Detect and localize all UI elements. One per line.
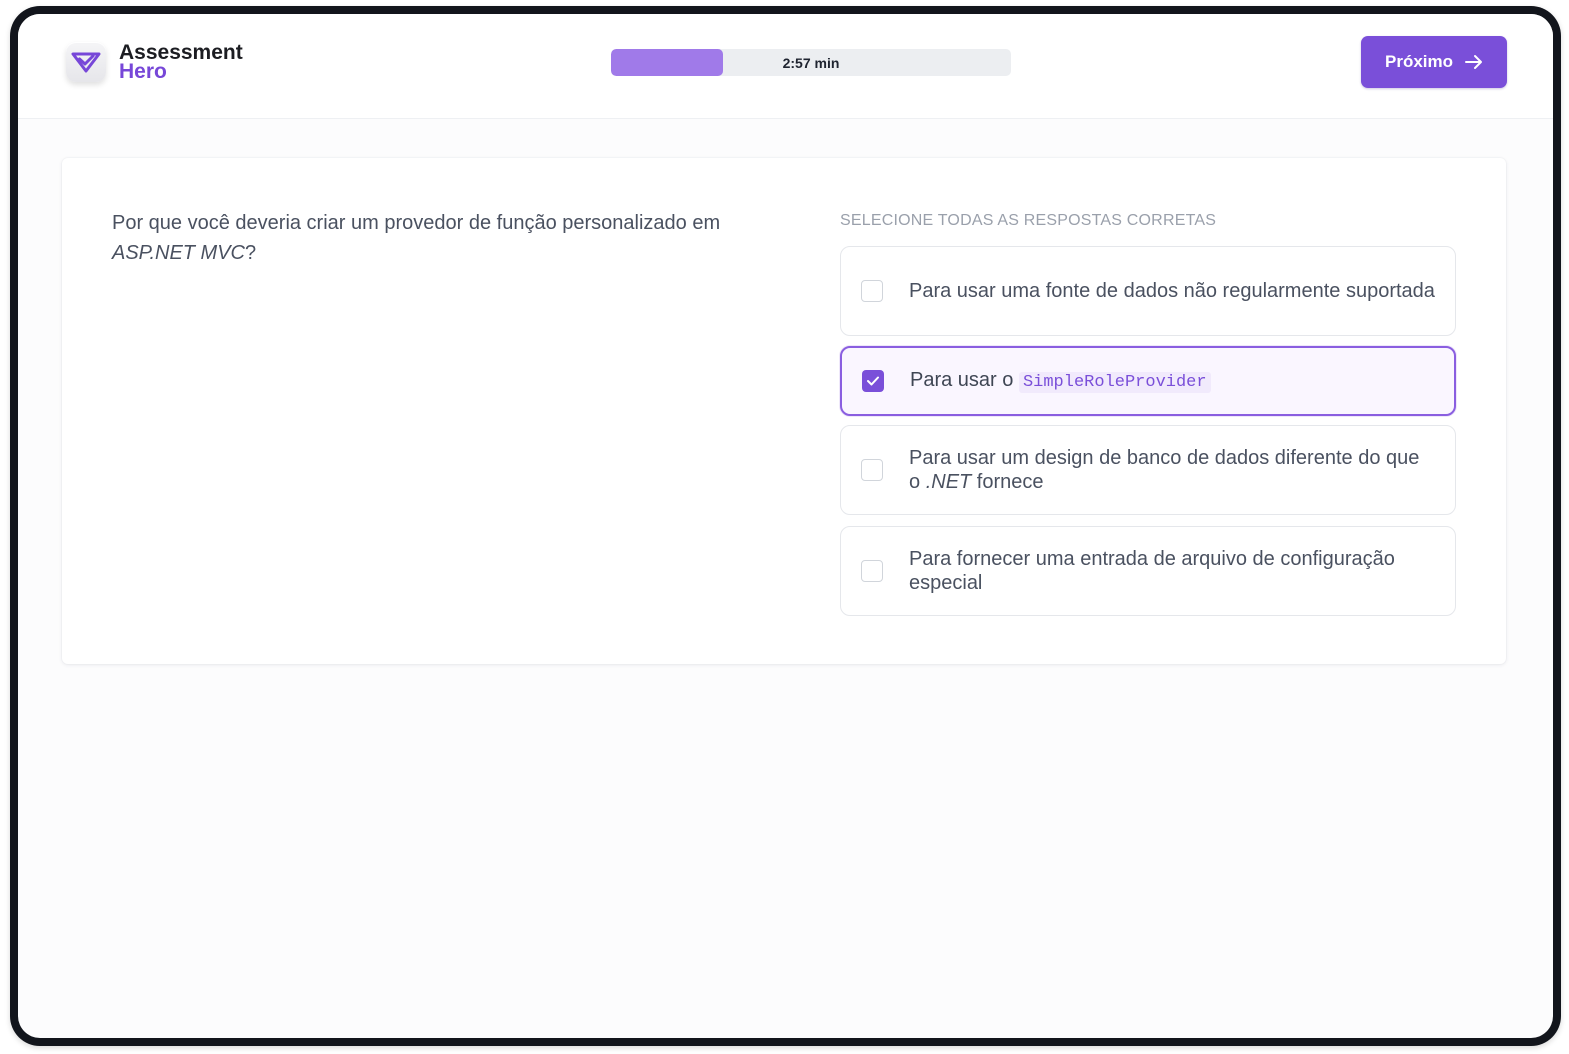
question-text-before: Por que você deveria criar um provedor d… — [112, 212, 721, 234]
app-screen: Assessment Hero 2:57 min Próximo Por que… — [18, 14, 1553, 1038]
answer-option-2[interactable]: Para usar o SimpleRoleProvider — [840, 346, 1456, 416]
answer-option-4-label: Para fornecer uma entrada de arquivo de … — [909, 548, 1395, 594]
top-bar: Assessment Hero 2:57 min Próximo — [18, 14, 1553, 119]
answer-instruction: SELECIONE TODAS AS RESPOSTAS CORRETAS — [840, 212, 1217, 229]
answer-option-2-text: Para usar o — [910, 368, 1019, 391]
answer-option-2-code: SimpleRoleProvider — [1018, 371, 1211, 393]
next-button-label: Próximo — [1384, 52, 1454, 71]
answer-option-3-text-after: fornece — [971, 471, 1044, 493]
check-shield-icon-graphic — [71, 52, 101, 73]
answer-option-1-label: Para usar uma fonte de dados não regular… — [909, 280, 1435, 302]
answer-option-3-text-italic: .NET — [925, 471, 972, 493]
answer-option-2-label: Para usar o SimpleRoleProvider — [910, 368, 1211, 395]
answer-option-1[interactable]: Para usar uma fonte de dados não regular… — [840, 246, 1456, 336]
answer-checkbox-4[interactable] — [861, 560, 883, 582]
question-text-italic: ASP.NET MVC — [112, 242, 245, 264]
answer-option-4[interactable]: Para fornecer uma entrada de arquivo de … — [840, 526, 1456, 616]
answer-checkbox-3[interactable] — [861, 459, 883, 481]
brand-name-line2: Hero — [119, 60, 167, 83]
timer-progress-bar: 2:57 min — [611, 49, 1011, 76]
arrow-right-icon — [1465, 54, 1483, 70]
device-frame: Assessment Hero 2:57 min Próximo Por que… — [10, 6, 1561, 1046]
answer-checkbox-2[interactable] — [862, 370, 884, 392]
brand-name: Assessment Hero — [119, 42, 243, 83]
brand-logo[interactable]: Assessment Hero — [66, 42, 243, 82]
answer-checkbox-1[interactable] — [861, 280, 883, 302]
answer-option-3-label: Para usar um design de banco de dados di… — [909, 446, 1435, 494]
question-text: Por que você deveria criar um provedor d… — [112, 208, 752, 268]
next-button[interactable]: Próximo — [1361, 36, 1507, 88]
question-text-after: ? — [245, 242, 257, 264]
question-card: Por que você deveria criar um provedor d… — [62, 158, 1506, 664]
check-shield-icon — [66, 42, 106, 82]
timer-label: 2:57 min — [782, 54, 840, 71]
answer-option-3[interactable]: Para usar um design de banco de dados di… — [840, 425, 1456, 515]
checkmark-icon — [867, 376, 879, 386]
